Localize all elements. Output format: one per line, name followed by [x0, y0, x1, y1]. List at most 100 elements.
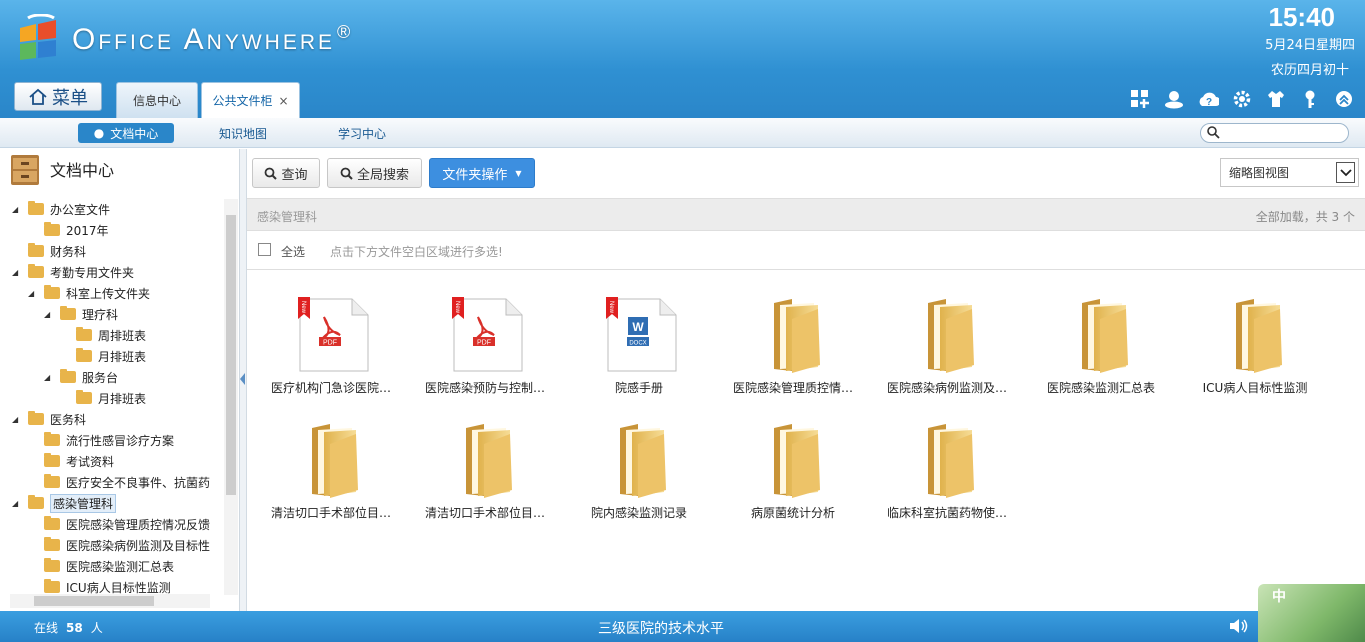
speaker-icon[interactable] — [1228, 617, 1250, 638]
tree-vertical-scrollbar[interactable] — [224, 199, 238, 595]
tree-node[interactable]: 医院感染病例监测及目标性 — [44, 535, 210, 555]
tree-node[interactable]: ◢ 医务科 — [12, 409, 86, 429]
new-badge: New — [300, 301, 306, 314]
folder-item[interactable]: 清洁切口手术部位目… — [408, 422, 548, 542]
path-bar: 感染管理科 全部加载，共 3 个 — [247, 198, 1365, 231]
tree-node[interactable]: ◢ 考勤专用文件夹 — [12, 262, 134, 282]
multiselect-tip: 点击下方文件空白区域进行多选! — [330, 245, 503, 259]
file-name[interactable]: 清洁切口手术部位目… — [408, 504, 562, 521]
ime-indicator[interactable]: 中 — [1258, 584, 1365, 642]
folder-item[interactable]: ICU病人目标性监测 — [1178, 297, 1318, 417]
select-all-checkbox[interactable] — [258, 243, 271, 256]
tree-node[interactable]: 月排班表 — [76, 388, 146, 408]
file-type-label: DOCX — [629, 341, 646, 347]
folder-sidebar: 文档中心 ◢ 办公室文件 2017年 财务科 ◢ 考勤专用文件夹 ◢ 科室上传文件夹 … — [0, 149, 240, 611]
cloud-help-icon[interactable]: ? — [1197, 88, 1219, 110]
scrollbar-thumb[interactable] — [34, 596, 154, 606]
file-item[interactable]: New PDF 医疗机构门急诊医院… — [254, 297, 394, 417]
file-name[interactable]: 医疗机构门急诊医院… — [254, 379, 408, 396]
tree-node[interactable]: ICU病人目标性监测 — [44, 577, 171, 595]
tree-node[interactable]: ◢ 服务台 — [44, 367, 118, 387]
office-anywhere-logo — [20, 14, 56, 60]
tree-node[interactable]: 流行性感冒诊疗方案 — [44, 430, 174, 450]
collapse-up-icon[interactable] — [1333, 88, 1355, 110]
file-name[interactable]: 医院感染监测汇总表 — [1024, 379, 1178, 396]
tree-label: 办公室文件 — [50, 202, 111, 217]
chevron-down-icon[interactable] — [1336, 162, 1355, 183]
tree-node[interactable]: 考试资料 — [44, 451, 114, 471]
skin-shirt-icon[interactable] — [1265, 88, 1287, 110]
tab-info-center[interactable]: 信息中心 — [116, 82, 198, 118]
tree-node[interactable]: ◢ 办公室文件 — [12, 199, 110, 219]
tree-horizontal-scrollbar[interactable] — [10, 594, 210, 608]
svg-text:?: ? — [1206, 97, 1212, 108]
tree-node[interactable]: 医院感染监测汇总表 — [44, 556, 174, 576]
tree-node[interactable]: 医院感染管理质控情况反馈 — [44, 514, 210, 534]
folder-item[interactable]: 临床科室抗菌药物使… — [870, 422, 1010, 542]
file-name[interactable]: 医院感染病例监测及… — [870, 379, 1024, 396]
tree-label: 医院感染管理质控情况反馈 — [66, 517, 211, 532]
user-status-icon[interactable] — [1163, 88, 1185, 110]
tree-node[interactable]: ◢ 科室上传文件夹 — [28, 283, 150, 303]
collapse-left-icon[interactable] — [240, 373, 246, 385]
folder-item[interactable]: 医院感染管理质控情… — [716, 297, 856, 417]
file-name[interactable]: 临床科室抗菌药物使… — [870, 504, 1024, 521]
folder-item[interactable]: 医院感染病例监测及… — [870, 297, 1010, 417]
tree-node[interactable]: 医疗安全不良事件、抗菌药 — [44, 472, 210, 492]
folder-item[interactable]: 清洁切口手术部位目… — [254, 422, 394, 542]
query-button[interactable]: 查询 — [252, 158, 320, 188]
tab-public-file-cabinet[interactable]: 公共文件柜 × — [201, 82, 300, 118]
gear-icon[interactable] — [1231, 88, 1253, 110]
start-menu-button[interactable]: 菜单 — [14, 82, 102, 111]
subnav-knowledge-map[interactable]: 知识地图 — [219, 123, 267, 143]
folder-icon — [28, 201, 44, 215]
folder-icon — [928, 424, 974, 498]
select-all-label[interactable]: 全选 — [281, 243, 305, 260]
tree-node[interactable]: ◢ 理疗科 — [44, 304, 118, 324]
subnav-learning-center[interactable]: 学习中心 — [338, 123, 386, 143]
scrollbar-thumb[interactable] — [226, 215, 236, 495]
tree-label: 流行性感冒诊疗方案 — [66, 433, 175, 448]
file-name[interactable]: 清洁切口手术部位目… — [254, 504, 408, 521]
tree-node[interactable]: 财务科 — [28, 241, 86, 261]
folder-icon — [928, 299, 974, 373]
folder-icon — [1236, 299, 1282, 373]
folder-icon — [774, 299, 820, 373]
folder-item[interactable]: 病原菌统计分析 — [716, 422, 856, 542]
folder-icon — [44, 579, 60, 593]
file-name[interactable]: 医院感染预防与控制… — [408, 379, 562, 396]
tree-label: 理疗科 — [82, 307, 119, 322]
tree-label: 2017年 — [66, 223, 109, 238]
file-item[interactable]: New PDF 医院感染预防与控制… — [408, 297, 548, 417]
file-name[interactable]: ICU病人目标性监测 — [1178, 379, 1332, 396]
tab-label: 信息中心 — [132, 94, 181, 108]
tree-node[interactable]: 周排班表 — [76, 325, 146, 345]
file-item[interactable]: W New DOCX 院感手册 — [562, 297, 702, 417]
tree-node[interactable]: 月排班表 — [76, 346, 146, 366]
panel-splitter[interactable] — [240, 149, 247, 611]
folder-icon — [44, 558, 60, 572]
folder-icon — [76, 348, 92, 362]
global-search-button[interactable]: 全局搜索 — [327, 158, 422, 188]
add-app-icon[interactable] — [1129, 88, 1151, 110]
folder-item[interactable]: 院内感染监测记录 — [562, 422, 702, 542]
close-icon[interactable]: × — [278, 94, 288, 108]
date-text: 5月24日星期四 — [1265, 38, 1355, 53]
folder-item[interactable]: 医院感染监测汇总表 — [1024, 297, 1164, 417]
tree-label: 医院感染监测汇总表 — [66, 559, 175, 574]
subnav-doc-center[interactable]: ● 文档中心 — [78, 123, 174, 143]
folder-icon — [28, 495, 44, 509]
key-icon[interactable] — [1299, 88, 1321, 110]
file-name[interactable]: 院内感染监测记录 — [562, 504, 716, 521]
search-icon — [265, 167, 278, 180]
tree-node-selected[interactable]: ◢ 感染管理科 — [12, 493, 117, 513]
search-input[interactable] — [1200, 123, 1349, 143]
online-users[interactable]: 在线 58 人 — [34, 619, 103, 636]
file-name[interactable]: 医院感染管理质控情… — [716, 379, 870, 396]
view-mode-select[interactable]: 缩略图视图 — [1220, 158, 1359, 187]
tree-node[interactable]: 2017年 — [44, 220, 109, 240]
folder-operations-button[interactable]: 文件夹操作 ▼ — [429, 158, 535, 188]
file-name[interactable]: 院感手册 — [562, 379, 716, 396]
file-name[interactable]: 病原菌统计分析 — [716, 504, 870, 521]
folder-icon — [44, 474, 60, 488]
